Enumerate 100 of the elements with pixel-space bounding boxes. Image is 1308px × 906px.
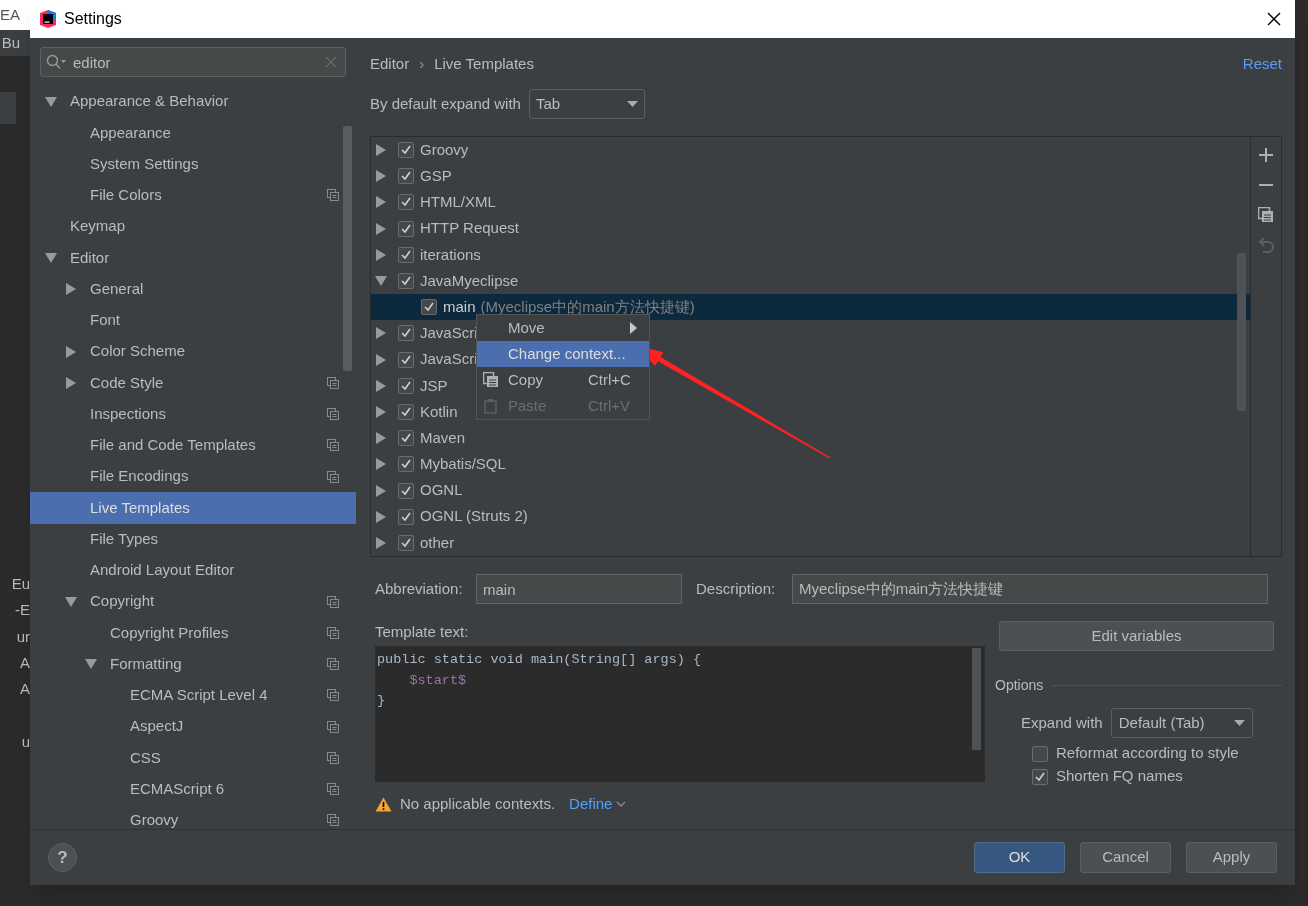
sidebar-item[interactable]: File Types bbox=[30, 523, 356, 555]
checkbox[interactable] bbox=[398, 430, 414, 447]
template-editor[interactable]: public static void main(String[] args) { $start$ } bbox=[375, 646, 985, 782]
dialog-button[interactable]: Apply bbox=[1186, 842, 1277, 873]
add-icon[interactable] bbox=[1259, 148, 1273, 162]
search-field[interactable]: editor bbox=[40, 47, 346, 77]
code-line: } bbox=[377, 692, 386, 710]
sidebar-item[interactable]: Font bbox=[30, 304, 356, 336]
sidebar-item[interactable]: AspectJ bbox=[30, 711, 356, 743]
breadcrumb-item[interactable]: Editor bbox=[370, 52, 410, 76]
dialog-button[interactable]: OK bbox=[974, 842, 1065, 873]
checkbox-label: Reformat according to style bbox=[1056, 743, 1239, 764]
sidebar-item[interactable]: Live Templates bbox=[30, 492, 356, 524]
background-text: Bu bbox=[1, 33, 20, 53]
template-group-name[interactable]: GSP bbox=[420, 165, 452, 188]
sidebar-item[interactable]: General bbox=[30, 273, 356, 305]
expand-dropdown[interactable]: Tab bbox=[528, 89, 645, 119]
help-button[interactable]: ? bbox=[48, 843, 77, 872]
template-group-name[interactable]: iterations bbox=[420, 243, 481, 267]
description-field[interactable]: Myeclipse中的main方法快捷键 bbox=[792, 574, 1268, 604]
expand-with-dropdown[interactable]: Default (Tab) bbox=[1110, 708, 1253, 738]
sidebar-item[interactable]: Appearance & Behavior bbox=[30, 86, 356, 118]
template-group-name[interactable]: JavaMyeclipse bbox=[420, 269, 519, 293]
checkbox[interactable] bbox=[398, 273, 414, 290]
checkbox[interactable] bbox=[398, 403, 414, 420]
checkbox[interactable] bbox=[1032, 768, 1048, 785]
reset-link[interactable]: Reset bbox=[1242, 52, 1282, 76]
sidebar-item[interactable]: ECMAScript 6 bbox=[30, 773, 356, 805]
dropdown-arrow-icon bbox=[626, 101, 638, 107]
copy-icon[interactable] bbox=[1258, 207, 1274, 223]
template-group-name[interactable]: HTML/XML bbox=[420, 191, 496, 214]
sidebar-item[interactable]: Groovy bbox=[30, 804, 356, 829]
template-name: main (Myeclipse中的main方法快捷键) bbox=[443, 297, 696, 318]
options-heading: Options bbox=[995, 676, 1044, 695]
dialog-button[interactable]: Cancel bbox=[1080, 842, 1171, 873]
breadcrumb-item[interactable]: Live Templates bbox=[434, 52, 534, 76]
template-group-name[interactable]: Kotlin bbox=[420, 400, 458, 424]
submenu-arrow-icon bbox=[630, 322, 637, 334]
checkbox[interactable] bbox=[398, 456, 414, 473]
checkbox[interactable] bbox=[398, 534, 414, 551]
sidebar-item[interactable]: Inspections bbox=[30, 398, 356, 430]
warning-text: No applicable contexts. bbox=[400, 793, 556, 814]
template-row[interactable]: main (Myeclipse中的main方法快捷键) bbox=[371, 294, 1250, 321]
remove-icon[interactable] bbox=[1259, 183, 1273, 187]
template-group-name[interactable]: HTTP Request bbox=[420, 217, 519, 240]
checkbox[interactable] bbox=[398, 482, 414, 499]
expand-label: By default expand with bbox=[370, 93, 521, 114]
background-text: A bbox=[20, 653, 30, 673]
checkbox[interactable] bbox=[398, 508, 414, 525]
template-group-name[interactable]: OGNL (Struts 2) bbox=[420, 505, 528, 528]
checkbox[interactable] bbox=[398, 351, 414, 368]
background-text: u bbox=[21, 732, 30, 752]
checkbox[interactable] bbox=[398, 194, 414, 211]
checkbox[interactable] bbox=[398, 220, 414, 237]
close-icon[interactable] bbox=[1267, 12, 1281, 26]
checkbox[interactable] bbox=[398, 377, 414, 394]
app-icon bbox=[38, 9, 58, 29]
scrollbar[interactable] bbox=[343, 126, 352, 371]
template-group-name[interactable]: JSP bbox=[420, 374, 448, 398]
template-group-name[interactable]: Groovy bbox=[420, 138, 469, 162]
sidebar-item[interactable]: Copyright bbox=[30, 586, 356, 618]
checkbox[interactable] bbox=[398, 142, 414, 159]
scrollbar[interactable] bbox=[1237, 253, 1246, 411]
template-group-name[interactable]: Maven bbox=[420, 426, 466, 450]
checkbox-label: Shorten FQ names bbox=[1056, 766, 1183, 787]
sidebar-item[interactable]: System Settings bbox=[30, 148, 356, 180]
template-group-name[interactable]: Mybatis/SQL bbox=[420, 453, 506, 476]
sidebar-item[interactable]: Android Layout Editor bbox=[30, 554, 356, 586]
warning-icon bbox=[375, 796, 392, 812]
sidebar-item[interactable]: CSS bbox=[30, 742, 356, 774]
checkbox[interactable] bbox=[398, 325, 414, 342]
sidebar-item[interactable]: ECMA Script Level 4 bbox=[30, 679, 356, 711]
sidebar-item[interactable]: File and Code Templates bbox=[30, 429, 356, 461]
sidebar-item[interactable]: Code Style bbox=[30, 367, 356, 399]
sidebar-item[interactable]: Keymap bbox=[30, 211, 356, 243]
template-group-name[interactable]: other bbox=[420, 531, 455, 555]
menu-item[interactable]: Copy Ctrl+C bbox=[477, 367, 649, 393]
edit-variables-button[interactable]: Edit variables bbox=[999, 621, 1274, 651]
checkbox[interactable] bbox=[1032, 745, 1048, 762]
search-icon bbox=[46, 54, 68, 70]
background-text: A bbox=[20, 679, 30, 699]
breadcrumb-separator: › bbox=[419, 53, 425, 74]
checkbox[interactable] bbox=[421, 299, 437, 316]
define-link[interactable]: Define bbox=[569, 792, 627, 816]
checkbox[interactable] bbox=[398, 168, 414, 185]
sidebar-item[interactable]: Copyright Profiles bbox=[30, 617, 356, 649]
sidebar-item[interactable]: Formatting bbox=[30, 648, 356, 680]
template-group-name[interactable]: OGNL bbox=[420, 479, 463, 502]
menu-item[interactable]: Change context... bbox=[477, 341, 649, 367]
abbreviation-label: Abbreviation: bbox=[374, 578, 464, 599]
sidebar-item[interactable]: Editor bbox=[30, 242, 356, 274]
sidebar-item[interactable]: File Colors bbox=[30, 179, 356, 211]
sidebar-item[interactable]: File Encodings bbox=[30, 461, 356, 493]
checkbox[interactable] bbox=[398, 246, 414, 263]
sidebar-item[interactable]: Color Scheme bbox=[30, 336, 356, 368]
background-text: EA bbox=[0, 5, 20, 25]
scrollbar[interactable] bbox=[972, 648, 981, 750]
background-text: Eu bbox=[11, 574, 30, 594]
sidebar-item[interactable]: Appearance bbox=[30, 117, 356, 149]
abbreviation-field[interactable]: main bbox=[476, 574, 682, 604]
